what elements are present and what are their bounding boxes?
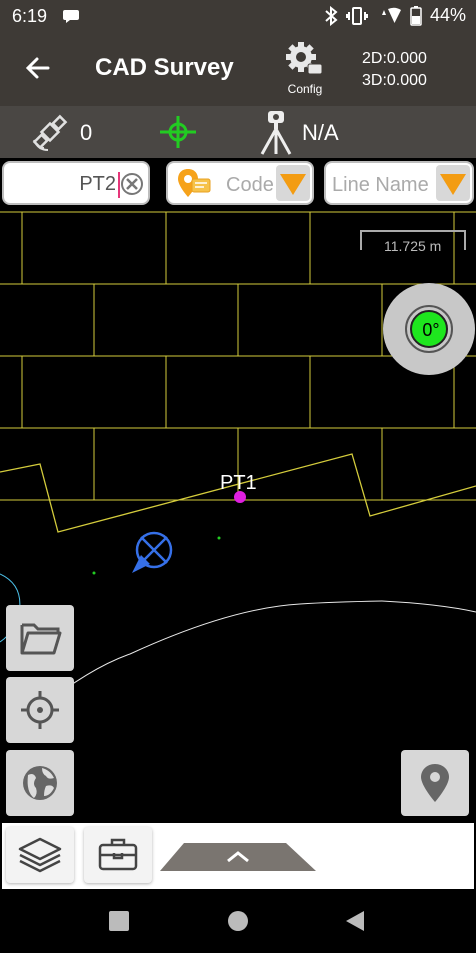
config-button[interactable]: Config [280,40,330,100]
back-button[interactable] [22,52,54,84]
toolbox-icon [98,838,138,871]
toolbox-button[interactable] [84,827,152,883]
layers-icon [18,837,62,873]
map-pin-icon [421,764,449,802]
chat-notification-icon [62,8,80,29]
compass-ring: 0° [405,305,453,353]
add-point-button[interactable] [401,750,469,816]
clear-button[interactable] [120,172,144,201]
open-file-button[interactable] [6,605,74,671]
system-status-bar: 6:19 44% [0,0,476,32]
stray-point [217,536,221,540]
battery-percent: 44% [429,5,466,25]
battery-icon [410,5,422,26]
folder-icon [20,623,62,655]
position-marker [132,531,173,573]
instrument-button[interactable] [258,110,294,161]
crosshair-icon [160,116,196,148]
back-nav-icon[interactable] [344,909,366,933]
recents-icon[interactable] [108,910,130,932]
survey-line [39,600,476,709]
gear-icon [286,42,323,75]
config-label: Config [287,82,323,96]
page-title: CAD Survey [95,54,234,81]
code-dropdown-button[interactable] [276,165,310,201]
globe-icon [23,766,57,800]
home-icon[interactable] [227,910,249,932]
point-name-field[interactable]: PT2 [2,161,150,205]
arrow-left-icon [25,57,50,79]
bottom-toolbar [2,823,474,889]
system-nav-bar [0,889,476,953]
readout-2d: 2D:0.000 [362,50,427,67]
satellite-icon [32,114,68,151]
app-bar: CAD Survey Config 2D:0.000 3D:0.000 [0,32,476,106]
precision-readout: 2D:0.000 3D:0.000 [362,48,427,92]
center-location-button[interactable] [6,677,74,743]
cad-map-canvas[interactable]: 11.725 m 0° PT1 [0,208,476,823]
expand-panel-button[interactable] [160,843,320,871]
status-time: 6:19 [12,6,48,26]
line-name-field[interactable]: Line Name [324,161,474,205]
point-input-row: PT2 Code Line Name [0,158,476,208]
satellite-count: 0 [80,120,93,145]
instrument-status: N/A [302,120,339,145]
chevron-down-icon [440,174,466,195]
compass-button[interactable]: 0° [383,283,475,375]
tripod-icon [260,111,292,155]
code-field[interactable]: Code [166,161,314,205]
chevron-up-icon [160,843,316,871]
vibrate-icon [345,6,368,25]
layers-button[interactable] [6,827,74,883]
clear-icon [121,173,143,195]
point-label: PT1 [220,472,257,494]
fix-status-indicator[interactable] [158,114,198,155]
bluetooth-icon [325,5,338,26]
code-placeholder: Code [226,174,274,196]
compass-core: 0° [410,310,448,348]
scale-label: 11.725 m [384,238,442,254]
location-tag-icon [176,167,212,206]
point-name-value: PT2 [79,173,116,195]
readout-3d: 3D:0.000 [362,72,427,89]
gnss-status-row: 0 N/A [0,106,476,158]
status-icons: 44% [324,5,466,26]
line-dropdown-button[interactable] [436,165,470,201]
chevron-down-icon [280,174,306,195]
target-icon [21,691,59,729]
compass-angle: 0° [422,320,440,340]
line-name-placeholder: Line Name [332,174,429,196]
basemap-button[interactable] [6,750,74,816]
wifi-icon [381,7,401,23]
satellite-status-button[interactable] [30,114,72,157]
stray-point [92,571,96,575]
